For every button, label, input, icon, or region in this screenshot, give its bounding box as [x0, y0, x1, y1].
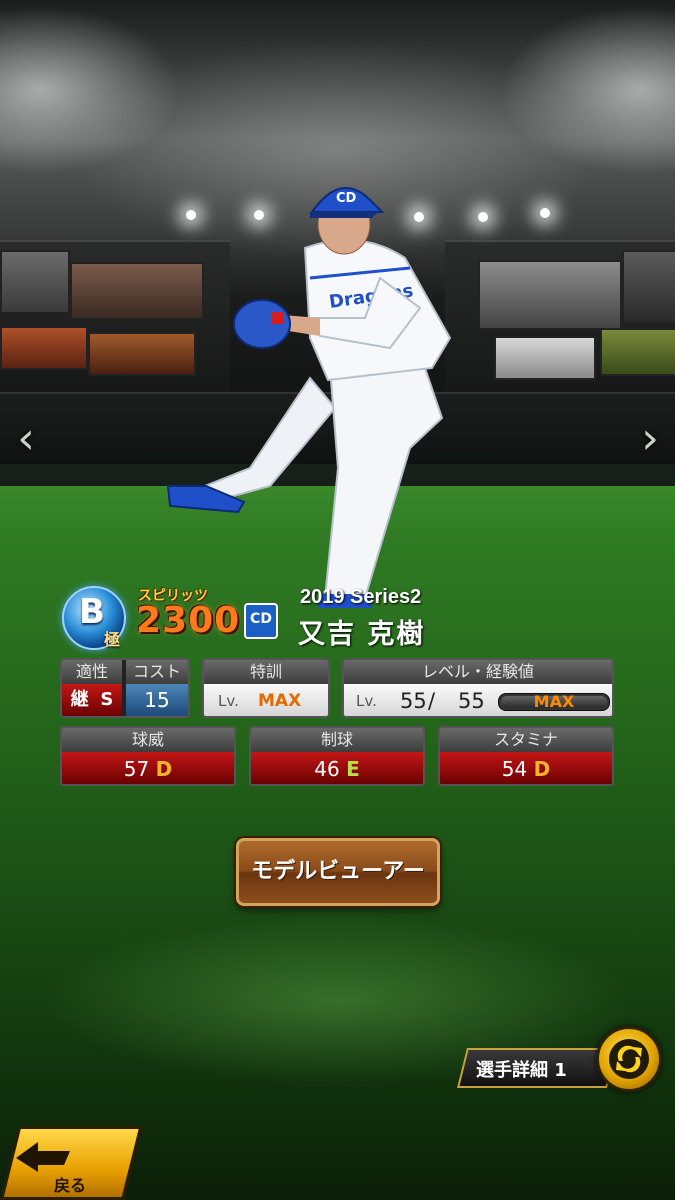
- video-board: [478, 260, 622, 330]
- training-body: Lv. MAX: [204, 684, 328, 716]
- player-name: 又吉 克樹: [298, 619, 426, 650]
- level-lv: Lv.: [356, 692, 377, 710]
- ability-control-grade: E: [346, 757, 360, 781]
- exp-value: MAX: [533, 692, 575, 711]
- player-detail-label: 選手詳細 1: [476, 1060, 567, 1081]
- stadium-light: [540, 208, 550, 218]
- training-value: MAX: [258, 691, 302, 711]
- back-label: 戻る: [54, 1176, 87, 1195]
- ability-stamina-grade: D: [533, 757, 551, 781]
- level-max: 55: [458, 689, 485, 713]
- video-board: [0, 326, 88, 370]
- team-logo-text: CD: [250, 611, 272, 627]
- ability-control-label: 制球: [251, 728, 423, 752]
- video-board: [622, 250, 675, 324]
- ability-power: 球威 57 D: [60, 726, 236, 786]
- model-viewer-button[interactable]: モデルビューアー: [236, 838, 440, 906]
- ability-stamina-value: 54: [501, 757, 528, 781]
- back-arrow-icon: [16, 1142, 70, 1172]
- level-body: Lv. 55 / 55 MAX: [344, 684, 612, 716]
- aptitude-role: 継: [70, 689, 89, 710]
- swap-icon-bg: [609, 1039, 649, 1079]
- level-panel: レベル・経験値 Lv. 55 / 55 MAX: [342, 658, 614, 718]
- pitcher-figure: Dragons CD: [166, 187, 452, 608]
- card-series: 2019 Series2: [300, 586, 422, 608]
- level-sep: /: [428, 689, 436, 713]
- rank-kanji: 極: [104, 630, 121, 649]
- ability-power-body: 57 D: [62, 752, 234, 784]
- ability-power-grade: D: [155, 757, 173, 781]
- training-lv: Lv.: [218, 692, 239, 710]
- training-panel: 特訓 Lv. MAX: [202, 658, 330, 718]
- ability-stamina-body: 54 D: [440, 752, 612, 784]
- level-current: 55: [400, 689, 427, 713]
- ability-power-value: 57: [123, 757, 150, 781]
- chevron-left-icon[interactable]: ‹: [8, 412, 44, 466]
- ability-control: 制球 46 E: [249, 726, 425, 786]
- video-board: [0, 250, 70, 314]
- rank-badge: B 極: [62, 586, 126, 650]
- aptitude-value: 継 S: [62, 684, 122, 716]
- cost-header: コスト: [126, 660, 188, 684]
- svg-text:CD: CD: [336, 191, 357, 206]
- ability-control-value: 46: [314, 757, 340, 781]
- level-header: レベル・経験値: [344, 660, 612, 684]
- video-board: [600, 328, 675, 376]
- ability-stamina: スタミナ 54 D: [438, 726, 614, 786]
- exp-bar: MAX: [498, 692, 610, 711]
- stadium-light: [478, 212, 488, 222]
- cost-value: 15: [126, 684, 188, 716]
- aptitude-header: 適性: [62, 660, 122, 684]
- training-header: 特訓: [204, 660, 328, 684]
- swap-icon: [616, 1045, 642, 1073]
- ability-stamina-label: スタミナ: [440, 728, 612, 752]
- aptitude-grade: S: [100, 689, 114, 710]
- video-board: [494, 336, 596, 380]
- swap-button[interactable]: [596, 1026, 662, 1092]
- team-logo: CD: [244, 603, 278, 639]
- ability-power-label: 球威: [62, 728, 234, 752]
- ability-control-body: 46 E: [251, 752, 423, 784]
- aptitude-panel: 適性 コスト 継 S 15: [60, 658, 190, 718]
- chevron-right-icon[interactable]: ›: [632, 412, 668, 466]
- spirits-value: 2300: [136, 600, 241, 641]
